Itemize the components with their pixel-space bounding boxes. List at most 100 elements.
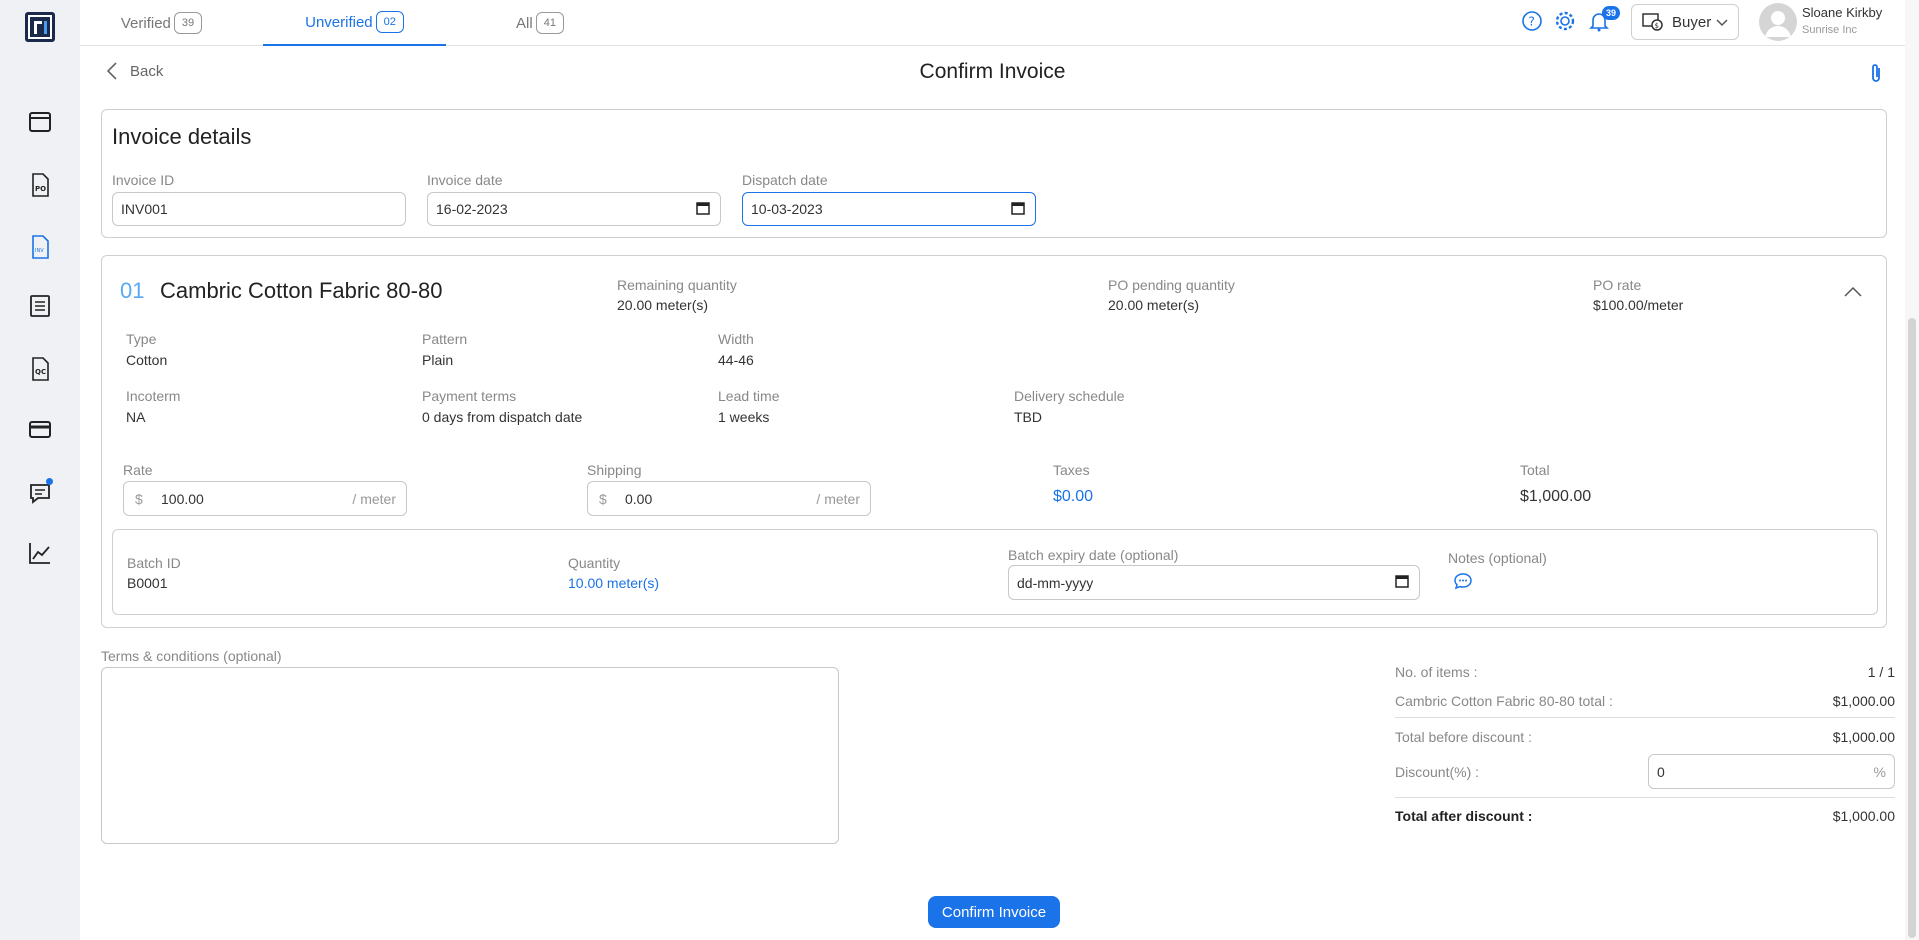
scrollbar[interactable] [1905, 0, 1919, 940]
shipping-label: Shipping [587, 462, 642, 478]
remaining-quantity-value: 20.00 meter(s) [617, 297, 709, 313]
total-value: $1,000.00 [1520, 488, 1592, 505]
delivery-schedule-value: TBD [1014, 409, 1042, 425]
po-pending-quantity-label: PO pending quantity [1108, 277, 1235, 293]
lead-time-value: 1 weeks [718, 409, 770, 425]
role-select[interactable]: $ Buyer [1631, 4, 1739, 40]
incoterm-value: NA [126, 409, 146, 425]
payment-terms-label: Payment terms [422, 388, 517, 404]
chevron-down-icon [1716, 19, 1728, 27]
svg-text:?: ? [1529, 15, 1535, 29]
svg-text:INV: INV [35, 248, 44, 254]
item-name: Cambric Cotton Fabric 80-80 [160, 278, 443, 303]
svg-text:PO: PO [35, 185, 46, 193]
dispatch-date-field[interactable]: 10-03-2023 [742, 192, 1036, 226]
items-count-value: 1 / 1 [1867, 664, 1895, 680]
calendar-picker-icon[interactable] [1395, 574, 1409, 588]
batch-id-value: B0001 [127, 575, 168, 591]
currency-prefix: $ [599, 490, 607, 507]
user-avatar-icon [1765, 11, 1791, 37]
invoice-id-field[interactable]: INV001 [112, 192, 406, 226]
calendar-picker-icon[interactable] [1011, 201, 1025, 215]
after-discount-value: $1,000.00 [1832, 808, 1895, 824]
type-label: Type [126, 331, 157, 347]
help-icon[interactable]: ? [1521, 10, 1543, 32]
calendar-icon[interactable] [27, 108, 53, 134]
back-label: Back [130, 62, 164, 80]
shipping-value: 0.00 [625, 490, 653, 507]
notifications-badge: 39 [1602, 6, 1621, 20]
unit-suffix: / meter [352, 490, 396, 507]
section-title: Invoice details [112, 124, 252, 149]
unread-dot [46, 478, 53, 485]
list-document-icon[interactable] [27, 293, 53, 319]
divider [1395, 797, 1895, 798]
role-label: Buyer [1672, 13, 1712, 31]
rate-value: 100.00 [161, 490, 204, 507]
app-logo[interactable] [25, 12, 55, 42]
width-label: Width [718, 331, 754, 347]
tab-count: 41 [535, 12, 564, 34]
divider [1395, 717, 1895, 718]
svg-text:QC: QC [35, 368, 46, 376]
pattern-label: Pattern [422, 331, 468, 347]
sidebar: PO INV QC [0, 0, 80, 940]
invoice-date-value: 16-02-2023 [436, 201, 508, 217]
batch-expiry-placeholder: dd-mm-yyyy [1017, 574, 1094, 591]
analytics-icon[interactable] [27, 540, 53, 566]
payment-card-icon[interactable] [27, 416, 53, 442]
confirm-invoice-button[interactable]: Confirm Invoice [928, 896, 1060, 928]
after-discount-label: Total after discount : [1395, 808, 1533, 824]
logo-icon [28, 15, 52, 39]
chat-icon[interactable] [27, 478, 53, 506]
unit-suffix: / meter [816, 490, 860, 507]
width-value: 44-46 [718, 352, 754, 368]
avatar[interactable] [1759, 3, 1797, 41]
shipping-field[interactable]: $ 0.00 / meter [587, 481, 871, 516]
total-label: Total [1520, 462, 1550, 478]
batch-expiry-label: Batch expiry date (optional) [1008, 547, 1179, 563]
batch-id-label: Batch ID [127, 555, 181, 571]
tab-label: Unverified [305, 13, 373, 31]
tab-count: 02 [375, 11, 404, 33]
po-rate-value: $100.00/meter [1593, 297, 1684, 313]
svg-text:$: $ [1655, 22, 1659, 30]
po-pending-quantity-value: 20.00 meter(s) [1108, 297, 1200, 313]
item-total-label: Cambric Cotton Fabric 80-80 total : [1395, 693, 1613, 709]
lead-time-label: Lead time [718, 388, 780, 404]
user-organization: Sunrise Inc [1802, 24, 1858, 36]
collapse-chevron-up-icon[interactable] [1844, 286, 1862, 298]
calendar-picker-icon[interactable] [696, 201, 710, 215]
batch-quantity-link[interactable]: 10.00 meter(s) [568, 575, 659, 591]
scrollbar-thumb[interactable] [1908, 318, 1916, 938]
tab-count: 39 [173, 12, 203, 34]
buyer-role-icon: $ [1642, 13, 1663, 31]
invoice-date-field[interactable]: 16-02-2023 [427, 192, 721, 226]
purchase-order-icon[interactable]: PO [27, 172, 53, 198]
item-number: 01 [120, 278, 145, 303]
invoice-id-value: INV001 [121, 201, 168, 217]
tab-label: Verified [120, 14, 171, 32]
terms-textarea[interactable] [101, 667, 839, 844]
items-count-label: No. of items : [1395, 664, 1478, 680]
terms-label: Terms & conditions (optional) [101, 648, 282, 664]
top-bar: Verified 39 Unverified 02 All 41 ? 39 $ … [80, 0, 1905, 46]
rate-field[interactable]: $ 100.00 / meter [123, 481, 407, 516]
discount-input[interactable]: 0 % [1648, 754, 1895, 789]
tab-unverified[interactable]: Unverified 02 [263, 0, 446, 46]
quality-check-icon[interactable]: QC [27, 356, 53, 382]
add-note-chat-icon[interactable] [1453, 572, 1473, 590]
attachment-icon[interactable] [1869, 62, 1883, 88]
notifications-bell-icon[interactable]: 39 [1588, 6, 1621, 32]
invoice-icon[interactable]: INV [27, 234, 53, 260]
taxes-value-link[interactable]: $0.00 [1053, 488, 1093, 506]
settings-gear-icon[interactable] [1554, 10, 1576, 32]
tab-verified[interactable]: Verified 39 [100, 0, 223, 46]
taxes-label: Taxes [1053, 462, 1090, 478]
batch-expiry-field[interactable]: dd-mm-yyyy [1008, 565, 1420, 600]
back-button[interactable]: Back [106, 62, 163, 80]
user-name: Sloane Kirkby [1802, 5, 1883, 20]
tab-all[interactable]: All 41 [480, 0, 600, 46]
main-content: Verified 39 Unverified 02 All 41 ? 39 $ … [80, 0, 1905, 940]
invoice-date-label: Invoice date [427, 172, 503, 188]
